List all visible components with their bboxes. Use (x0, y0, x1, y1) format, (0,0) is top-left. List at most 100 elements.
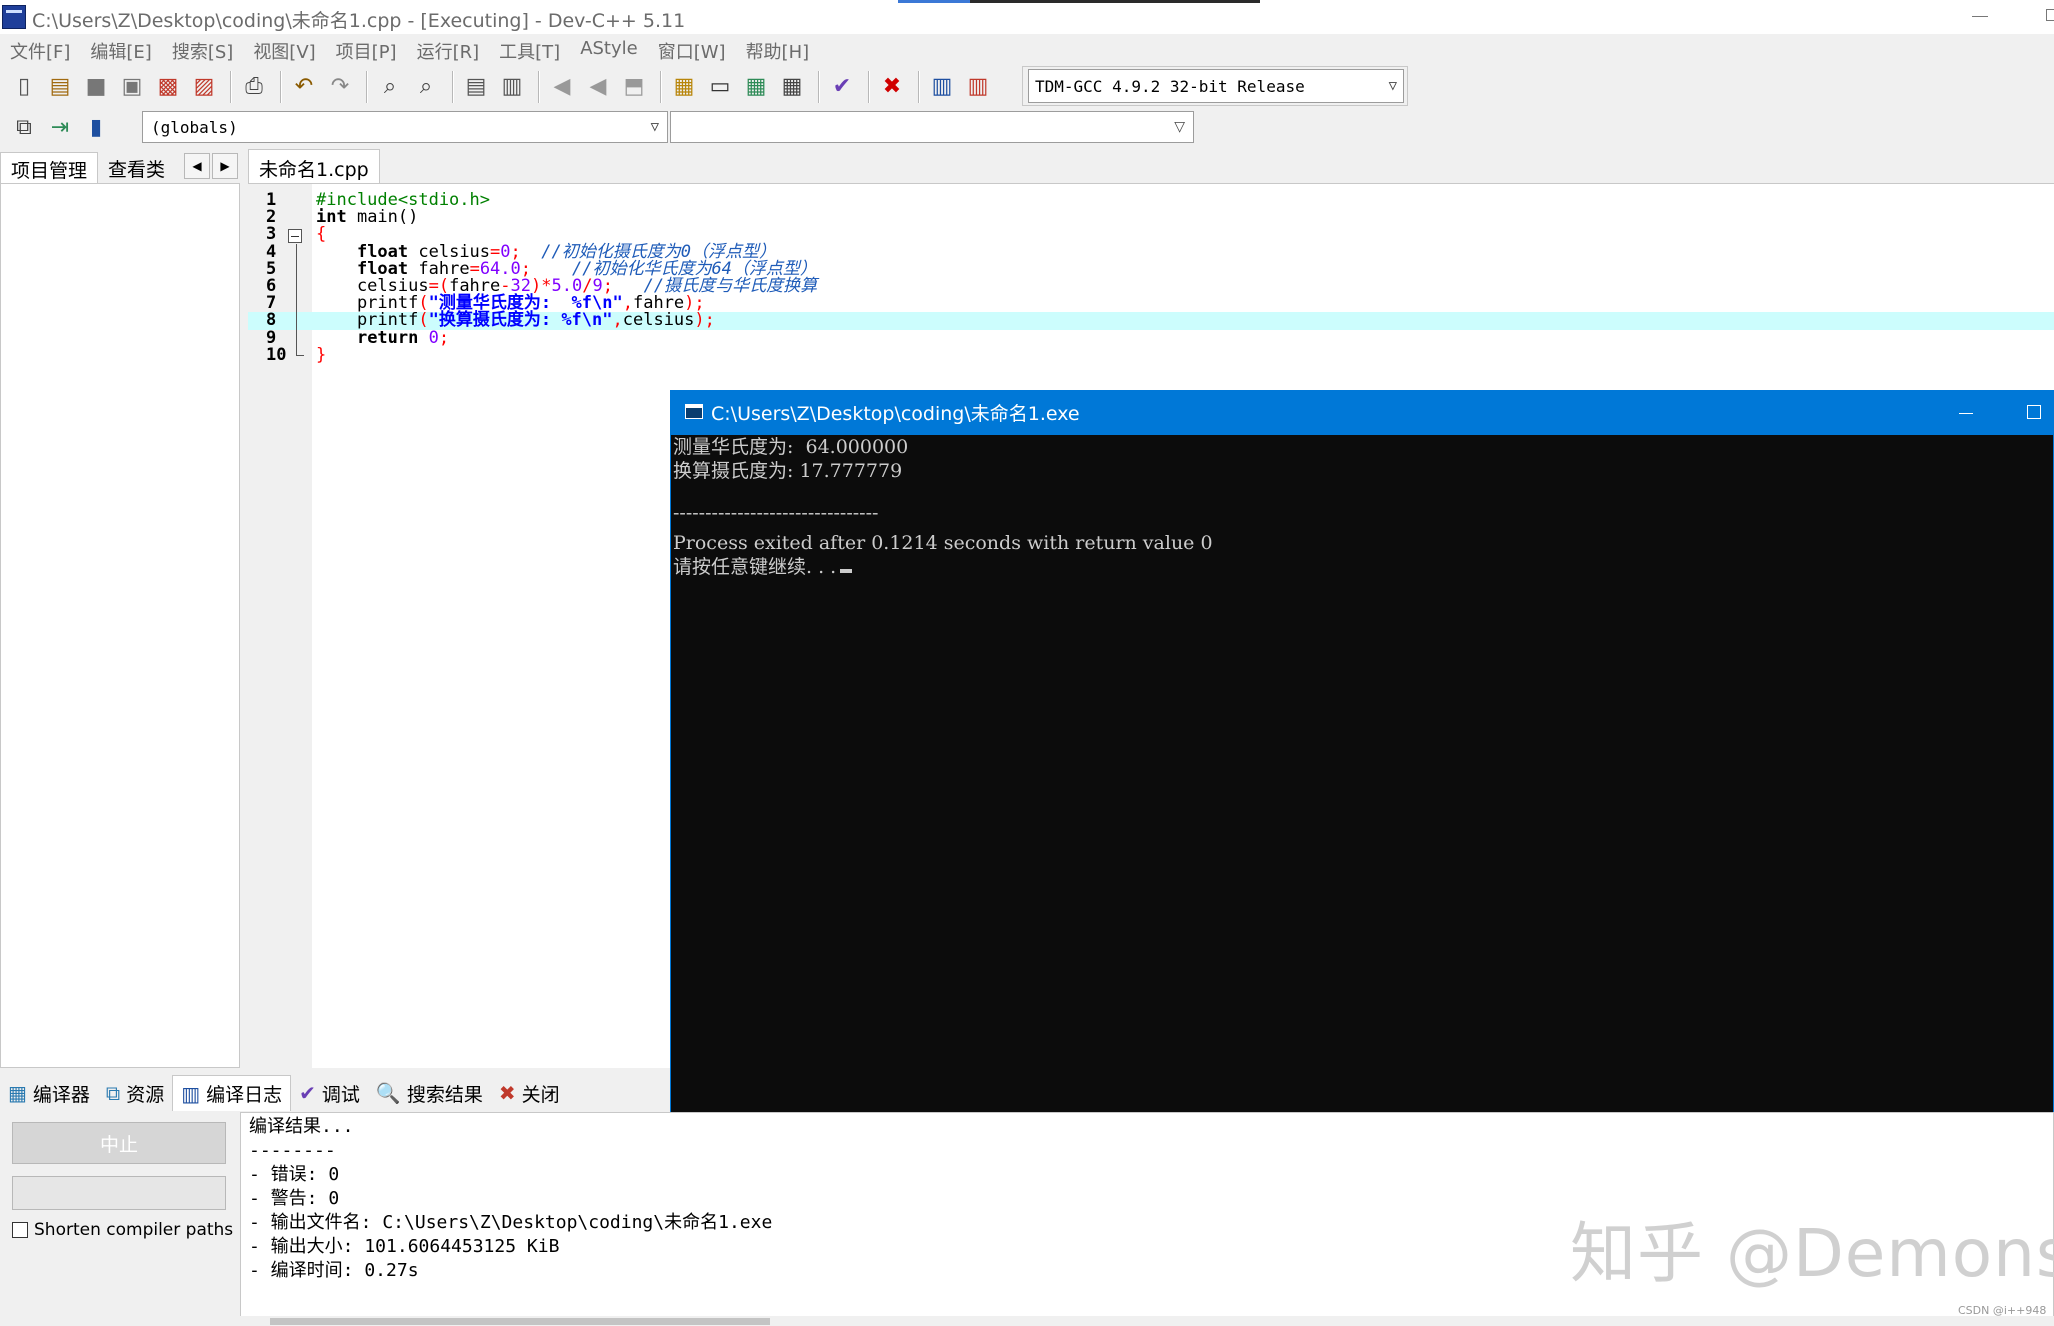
console-line: 换算摄氏度为: 17.777779 (673, 459, 902, 483)
new-file-icon[interactable]: ▯ (8, 71, 40, 103)
code-text: return 0; (316, 327, 450, 348)
console-line: 请按任意键继续. . . (673, 555, 853, 579)
menu-run[interactable]: 运行[R] (407, 36, 490, 66)
indent-icon[interactable]: ▤ (460, 71, 492, 103)
delete-profile-icon[interactable]: ▥ (962, 71, 994, 103)
bottom-tab-close[interactable]: ✖ 关闭 (491, 1075, 568, 1111)
log-line: - 编译时间: 0.27s (249, 1260, 419, 1281)
console-minimize-icon[interactable] (1959, 413, 1973, 414)
open-file-icon[interactable]: ▤ (44, 71, 76, 103)
menu-view[interactable]: 视图[V] (243, 36, 325, 66)
undo-icon[interactable]: ↶ (288, 71, 320, 103)
console-line: -------------------------------- (673, 501, 878, 525)
bottom-tab-label: 调试 (321, 1083, 360, 1106)
find-icon[interactable]: ⌕ (374, 71, 406, 103)
minimize-icon[interactable] (1972, 16, 1988, 17)
bottom-tab-bar-chart[interactable]: ▥ 编译日志 (172, 1075, 292, 1111)
profile-icon[interactable]: ▥ (926, 71, 958, 103)
bookmark-icon[interactable]: ⬒ (618, 71, 650, 103)
menu-astyle[interactable]: AStyle (570, 36, 648, 66)
window-title: C:\Users\Z\Desktop\coding\未命名1.cpp - [Ex… (32, 10, 686, 32)
compile-run-icon[interactable]: ▦ (740, 71, 772, 103)
console-title: C:\Users\Z\Desktop\coding\未命名1.exe (711, 403, 1080, 425)
chevron-down-icon: ▽ (650, 119, 659, 135)
bottom-tab-search-results[interactable]: 🔍 搜索结果 (368, 1075, 491, 1111)
console-window[interactable]: C:\Users\Z\Desktop\coding\未命名1.exe 测量华氏度… (670, 390, 2054, 1156)
fold-guide-line (296, 243, 297, 356)
code-line[interactable]: 1 #include<stdio.h> (248, 191, 2054, 209)
devcpp-app-icon (2, 5, 26, 29)
code-line[interactable]: 8 printf("换算摄氏度为: %f\n",celsius); (248, 310, 2054, 331)
menu-help[interactable]: 帮助[H] (736, 36, 820, 66)
fold-collapse-icon[interactable] (288, 229, 302, 244)
forward-icon[interactable]: ◀ (582, 71, 614, 103)
menu-window[interactable]: 窗口[W] (648, 36, 736, 66)
code-token: ); (694, 310, 715, 331)
maximize-icon[interactable] (2046, 9, 2054, 21)
tab-class-browser[interactable]: 查看类 (98, 152, 175, 184)
code-line[interactable]: 9 return 0; (248, 327, 2054, 348)
redo-icon[interactable]: ↷ (324, 71, 356, 103)
save-icon[interactable]: ■ (80, 71, 112, 103)
members-select[interactable]: ▽ (670, 111, 1194, 143)
scope-select-value: (globals) (151, 117, 238, 137)
code-line[interactable]: 10} (248, 346, 2054, 364)
close-icon: ✖ (498, 1081, 516, 1105)
tab-scroll-left-icon[interactable]: ◀ (184, 153, 210, 179)
bar-chart-icon: ▥ (181, 1081, 201, 1106)
console-maximize-icon[interactable] (2027, 405, 2041, 419)
toolbar-separator (366, 71, 368, 103)
print-icon[interactable]: ⎙ (238, 71, 270, 103)
compiler-select[interactable]: TDM-GCC 4.9.2 32-bit Release ▽ (1028, 69, 1404, 103)
credit-text: CSDN @i++948 (1958, 1304, 2047, 1317)
save-all-icon[interactable]: ▣ (116, 71, 148, 103)
menu-search[interactable]: 搜索[S] (162, 36, 243, 66)
log-horizontal-scrollbar[interactable] (240, 1316, 2054, 1326)
resources-icon: ⧉ (105, 1081, 121, 1105)
code-text: } (316, 346, 326, 364)
scope-select[interactable]: (globals) ▽ (142, 111, 668, 143)
replace-icon[interactable]: ⌕ (410, 71, 442, 103)
back-icon[interactable]: ◀ (546, 71, 578, 103)
compile-icon[interactable]: ▦ (668, 71, 700, 103)
shorten-paths-checkbox[interactable] (12, 1222, 28, 1238)
project-options-icon[interactable]: ▮ (80, 112, 112, 144)
new-project-icon[interactable]: ⧉ (8, 112, 40, 144)
code-line[interactable]: 2 int main() (248, 208, 2054, 226)
log-line: - 错误: 0 (249, 1164, 340, 1185)
syntax-check-icon[interactable]: ✔ (826, 71, 858, 103)
menu-file[interactable]: 文件[F] (0, 36, 80, 66)
close-file-icon[interactable]: ▩ (152, 71, 184, 103)
log-line: 编译结果... (249, 1116, 354, 1137)
menu-tools[interactable]: 工具[T] (489, 36, 570, 66)
add-to-project-icon[interactable]: ⇥ (44, 112, 76, 144)
tab-scroll-right-icon[interactable]: ▶ (212, 153, 238, 179)
chevron-down-icon: ▽ (1174, 119, 1185, 135)
run-icon[interactable]: ▭ (704, 71, 736, 103)
menu-edit[interactable]: 编辑[E] (80, 36, 161, 66)
close-all-icon[interactable]: ▨ (188, 71, 220, 103)
toolbar-separator (660, 71, 662, 103)
tab-project-manager[interactable]: 项目管理 (0, 152, 99, 184)
text-cursor (840, 569, 853, 573)
bottom-tab-check[interactable]: ✔ 调试 (291, 1075, 368, 1111)
bottom-tab-grid[interactable]: ▦ 编译器 (0, 1075, 98, 1111)
menu-bar: 文件[F] 编辑[E] 搜索[S] 视图[V] 项目[P] 运行[R] 工具[T… (0, 36, 819, 66)
code-token: "换算摄氏度为: %f\n" (428, 310, 613, 331)
scrollbar-thumb[interactable] (270, 1318, 770, 1325)
rebuild-icon[interactable]: ▦ (776, 71, 808, 103)
bottom-tab-resources[interactable]: ⧉ 资源 (98, 1075, 172, 1111)
console-line: 测量华氏度为: 64.000000 (673, 435, 908, 459)
bottom-tab-label: 编译日志 (206, 1084, 283, 1106)
bottom-tab-label: 搜索结果 (406, 1083, 483, 1106)
code-token: ; (438, 327, 450, 348)
shorten-paths-option[interactable]: Shorten compiler paths (12, 1220, 233, 1240)
project-tree[interactable] (0, 183, 240, 1068)
stop-compile-button[interactable]: 中止 (12, 1122, 226, 1164)
toolbar-separator (868, 71, 870, 103)
stop-execution-icon[interactable]: ✖ (876, 71, 908, 103)
console-line-text: 测量华氏度为: 64.000000 (673, 436, 909, 458)
editor-tab-file[interactable]: 未命名1.cpp (248, 149, 380, 183)
menu-project[interactable]: 项目[P] (326, 36, 407, 66)
unindent-icon[interactable]: ▥ (496, 71, 528, 103)
